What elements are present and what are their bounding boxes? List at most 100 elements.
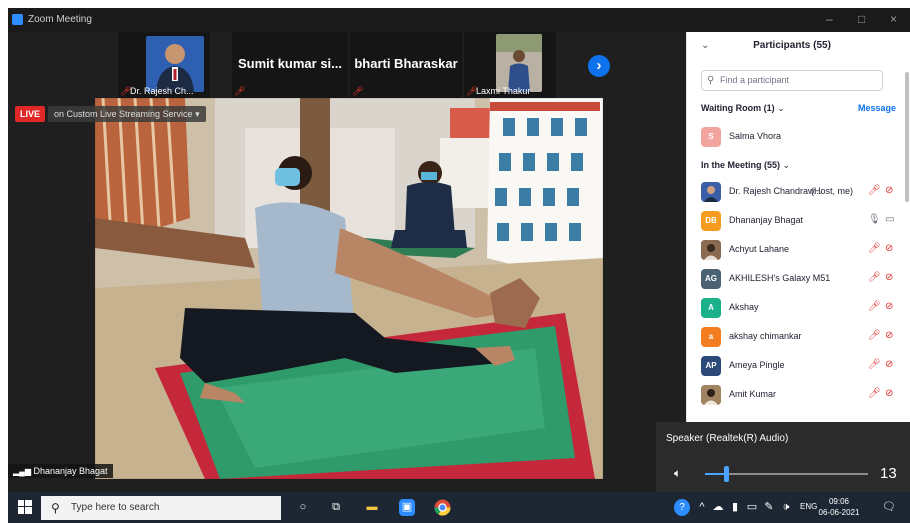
participant-name: AKHILESH's Galaxy M51	[729, 273, 831, 283]
video-off-icon[interactable]: ⊘	[885, 301, 893, 312]
list-item[interactable]: A Akshay 🎤︎ ⊘	[687, 294, 905, 322]
thumbnail-name: Sumit kumar si...	[237, 56, 343, 71]
chrome-icon[interactable]	[434, 499, 451, 516]
chevron-down-icon: ⌄	[777, 103, 785, 113]
list-item[interactable]: S Salma Vhora	[687, 123, 905, 151]
cortana-icon[interactable]: ○	[296, 499, 310, 516]
window-title: Zoom Meeting	[28, 14, 92, 25]
thumbnail-name: bharti Bharaskar	[354, 56, 458, 71]
video-off-icon[interactable]: ⊘	[885, 243, 893, 254]
muted-mic-icon[interactable]: 🎤︎	[868, 330, 881, 341]
help-icon[interactable]: ?	[674, 499, 690, 516]
video-off-icon[interactable]: ▭	[885, 214, 894, 225]
active-speaker-name: Dhananjay Bhagat	[33, 466, 108, 476]
speaker-icon[interactable]: 🔈︎	[674, 466, 681, 481]
taskbar-clock[interactable]: 09:06 06-06-2021	[814, 496, 864, 518]
usb-icon[interactable]: ▮	[730, 499, 740, 516]
find-participant-input[interactable]: ⚲ Find a participant	[701, 70, 883, 91]
windows-taskbar: ⚲ Type here to search ○ ⧉ ▬ ▣ ? ^ ☁ ▮ ▭ …	[8, 492, 910, 523]
volume-slider[interactable]	[705, 473, 868, 475]
audio-device-name[interactable]: Speaker (Realtek(R) Audio)	[666, 433, 788, 444]
participant-name: Dr. Rajesh Chandraw...	[729, 186, 822, 196]
muted-mic-icon[interactable]: 🎤︎	[868, 243, 881, 254]
muted-mic-icon: 🎤︎	[234, 86, 246, 96]
zoom-app-icon[interactable]: ▣	[399, 499, 415, 516]
participant-name: Salma Vhora	[729, 131, 782, 141]
chevron-down-icon: ▾	[195, 109, 200, 119]
avatar: a	[701, 327, 721, 347]
thumbnail-name: Laxmi Thakur	[476, 86, 531, 96]
participant-video-image	[146, 36, 204, 92]
search-icon: ⚲	[707, 75, 715, 86]
minimize-button[interactable]: –	[826, 12, 833, 26]
clock-time: 09:06	[828, 497, 850, 506]
task-view-icon[interactable]: ⧉	[328, 499, 344, 516]
list-item[interactable]: Dr. Rajesh Chandraw... (Host, me) 🎤︎ ⊘	[687, 178, 905, 206]
participants-panel: ⌄ Participants (55) ⚲ Find a participant…	[686, 32, 910, 422]
video-off-icon[interactable]: ⊘	[885, 185, 893, 196]
volume-icon[interactable]: 🕩︎	[779, 499, 793, 516]
avatar	[701, 182, 721, 202]
volume-slider-thumb[interactable]	[724, 466, 729, 482]
taskbar-search-input[interactable]: ⚲ Type here to search	[41, 496, 281, 520]
muted-mic-icon: 🎤︎	[352, 86, 364, 96]
muted-mic-icon: 🎤︎	[120, 86, 132, 96]
list-item[interactable]: AP Ameya Pingle 🎤︎ ⊘	[687, 352, 905, 380]
cloud-icon[interactable]: ☁	[712, 499, 724, 516]
yoga-video-frame	[95, 98, 603, 479]
tray-chevron-up-icon[interactable]: ^	[697, 499, 707, 516]
avatar: DB	[701, 211, 721, 231]
participant-name: Ameya Pingle	[729, 360, 785, 370]
message-button[interactable]: Message	[858, 103, 896, 113]
maximize-button[interactable]: □	[858, 12, 865, 26]
participant-role: (Host, me)	[811, 186, 854, 196]
participants-scrollbar[interactable]	[905, 72, 909, 202]
muted-mic-icon[interactable]: 🎤︎	[868, 359, 881, 370]
list-item[interactable]: AG AKHILESH's Galaxy M51 🎤︎ ⊘	[687, 265, 905, 293]
participants-title: Participants (55)	[753, 40, 831, 51]
mic-icon[interactable]: 🎙︎	[868, 214, 881, 225]
participant-name: Amit Kumar	[729, 389, 777, 399]
network-icon[interactable]: ▭	[746, 499, 758, 516]
notifications-icon[interactable]: 🗨︎	[882, 499, 896, 516]
find-participant-placeholder: Find a participant	[720, 75, 790, 85]
muted-mic-icon[interactable]: 🎤︎	[868, 272, 881, 283]
in-meeting-header[interactable]: In the Meeting (55) ⌄	[701, 160, 790, 171]
gallery-thumbnail[interactable]: Sumit kumar si... 🎤︎	[232, 32, 348, 98]
file-explorer-icon[interactable]: ▬	[364, 499, 380, 516]
next-page-button[interactable]: ›	[588, 55, 610, 77]
video-off-icon[interactable]: ⊘	[885, 388, 893, 399]
gallery-thumbnail[interactable]: 🎤︎ Dr. Rajesh Ch...	[118, 32, 210, 98]
list-item[interactable]: a akshay chimankar 🎤︎ ⊘	[687, 323, 905, 351]
waiting-room-label: Waiting Room (1)	[701, 103, 775, 113]
volume-slider-fill	[705, 473, 726, 475]
participant-name: Akshay	[729, 302, 759, 312]
list-item[interactable]: DB Dhananjay Bhagat 🎙︎ ▭	[687, 207, 905, 235]
screen-top-edge	[0, 0, 910, 8]
waiting-room-header[interactable]: Waiting Room (1) ⌄	[701, 103, 785, 114]
video-off-icon[interactable]: ⊘	[885, 330, 893, 341]
avatar: AP	[701, 356, 721, 376]
list-item[interactable]: Achyut Lahane 🎤︎ ⊘	[687, 236, 905, 264]
muted-mic-icon[interactable]: 🎤︎	[868, 185, 881, 196]
video-off-icon[interactable]: ⊘	[885, 359, 893, 370]
chevron-right-icon: ›	[596, 57, 602, 74]
pen-icon[interactable]: ✎	[763, 499, 775, 516]
gallery-thumbnail[interactable]: bharti Bharaskar 🎤︎	[350, 32, 462, 98]
gallery-thumbnail[interactable]: 🎤︎ Laxmi Thakur	[464, 32, 556, 98]
signal-strength-icon: ▂▄▆	[13, 467, 31, 476]
list-item[interactable]: Amit Kumar 🎤︎ ⊘	[687, 381, 905, 409]
windows-start-icon[interactable]	[18, 500, 32, 514]
muted-mic-icon[interactable]: 🎤︎	[868, 388, 881, 399]
live-streaming-menu[interactable]: on Custom Live Streaming Service ▾	[48, 106, 206, 122]
participant-name: Dhananjay Bhagat	[729, 215, 804, 225]
in-meeting-label: In the Meeting (55)	[701, 160, 781, 170]
volume-flyout: Speaker (Realtek(R) Audio) 🔈︎ 13	[656, 422, 910, 492]
active-speaker-label: ▂▄▆ Dhananjay Bhagat	[8, 464, 113, 478]
close-button[interactable]: ×	[890, 12, 897, 26]
chevron-down-icon: ⌄	[782, 160, 791, 170]
muted-mic-icon[interactable]: 🎤︎	[868, 301, 881, 312]
window-title-bar: Zoom Meeting – □ ×	[8, 8, 910, 32]
video-off-icon[interactable]: ⊘	[885, 272, 893, 283]
clock-date: 06-06-2021	[818, 508, 860, 517]
